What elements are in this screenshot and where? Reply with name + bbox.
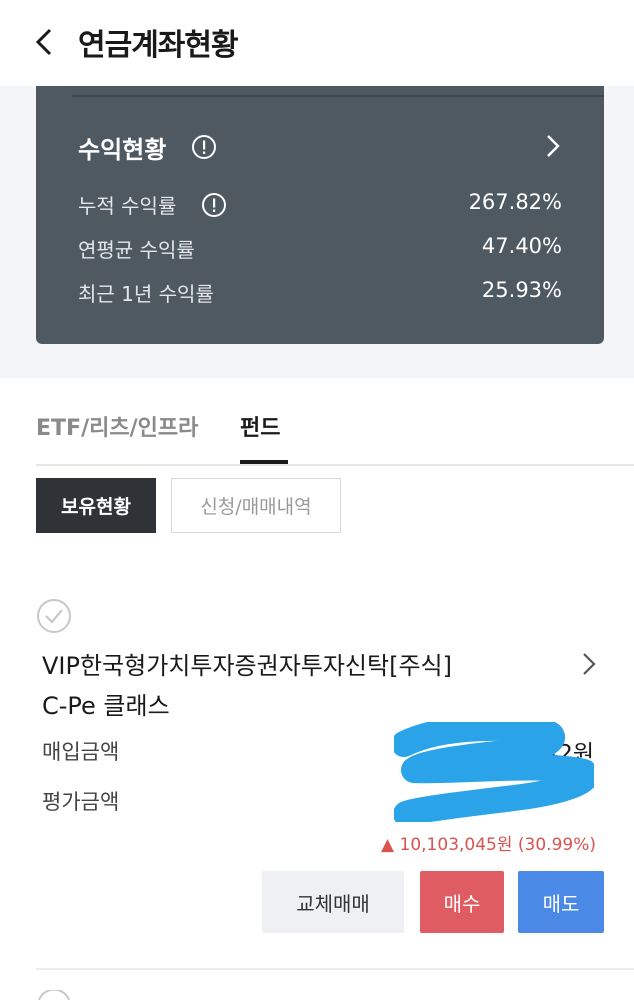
app-header: 연금계좌현황 <box>0 0 634 86</box>
back-button[interactable] <box>26 22 66 62</box>
fund-name-line1: VIP한국형가치투자증권자투자신탁[주식] <box>42 652 452 680</box>
stat-row-cumulative: 누적 수익률 267.82% <box>78 190 562 222</box>
stat-value: 267.82% <box>468 190 562 214</box>
subtab-order-history[interactable]: 신청/매매내역 <box>171 478 341 533</box>
stat-row-recent-year: 최근 1년 수익률 25.93% <box>78 278 562 310</box>
active-tab-indicator <box>240 460 288 464</box>
check-circle-icon[interactable] <box>36 990 72 1000</box>
product-tabs: ETF/리츠/인프라 펀드 <box>36 398 634 466</box>
info-icon[interactable] <box>201 192 227 218</box>
chevron-right-icon[interactable] <box>542 132 562 160</box>
stat-label: 연평균 수익률 <box>78 238 195 262</box>
stat-label: 최근 1년 수익률 <box>78 282 214 306</box>
card-divider <box>72 95 604 97</box>
page-title: 연금계좌현황 <box>78 28 239 63</box>
stat-value: 25.93% <box>481 278 562 302</box>
profit-summary-card[interactable]: 수익현황 누적 수익률 267.82% 연평균 수익률 47.40% 최근 1년… <box>36 86 604 344</box>
fund-name[interactable]: VIP한국형가치투자증권자투자신탁[주식] C-Pe 클래스 <box>42 646 542 726</box>
redaction-scribble <box>394 722 594 822</box>
stat-label: 누적 수익률 <box>78 194 177 218</box>
evaluation-amount-label: 평가금액 <box>42 790 120 814</box>
tab-etf-reits-infra[interactable]: ETF/리츠/인프라 <box>36 410 198 442</box>
subtab-holdings[interactable]: 보유현황 <box>36 478 156 533</box>
sell-button[interactable]: 매도 <box>518 871 604 933</box>
list-divider <box>36 968 634 970</box>
stat-row-annual-average: 연평균 수익률 47.40% <box>78 234 562 266</box>
buy-button[interactable]: 매수 <box>420 871 504 933</box>
back-chevron-icon <box>35 28 52 56</box>
swap-trade-button[interactable]: 교체매매 <box>262 871 404 933</box>
tab-fund[interactable]: 펀드 <box>240 410 280 442</box>
info-icon[interactable] <box>191 134 217 160</box>
profit-amount: ▲ 10,103,045원 (30.99%) <box>381 835 596 855</box>
profit-status-title: 수익현황 <box>78 136 167 164</box>
check-circle-icon[interactable] <box>36 598 72 634</box>
purchase-amount-label: 매입금액 <box>42 740 120 764</box>
chevron-right-icon[interactable] <box>578 650 598 678</box>
fund-name-line2: C-Pe 클래스 <box>42 692 170 720</box>
stat-value: 47.40% <box>481 234 562 258</box>
